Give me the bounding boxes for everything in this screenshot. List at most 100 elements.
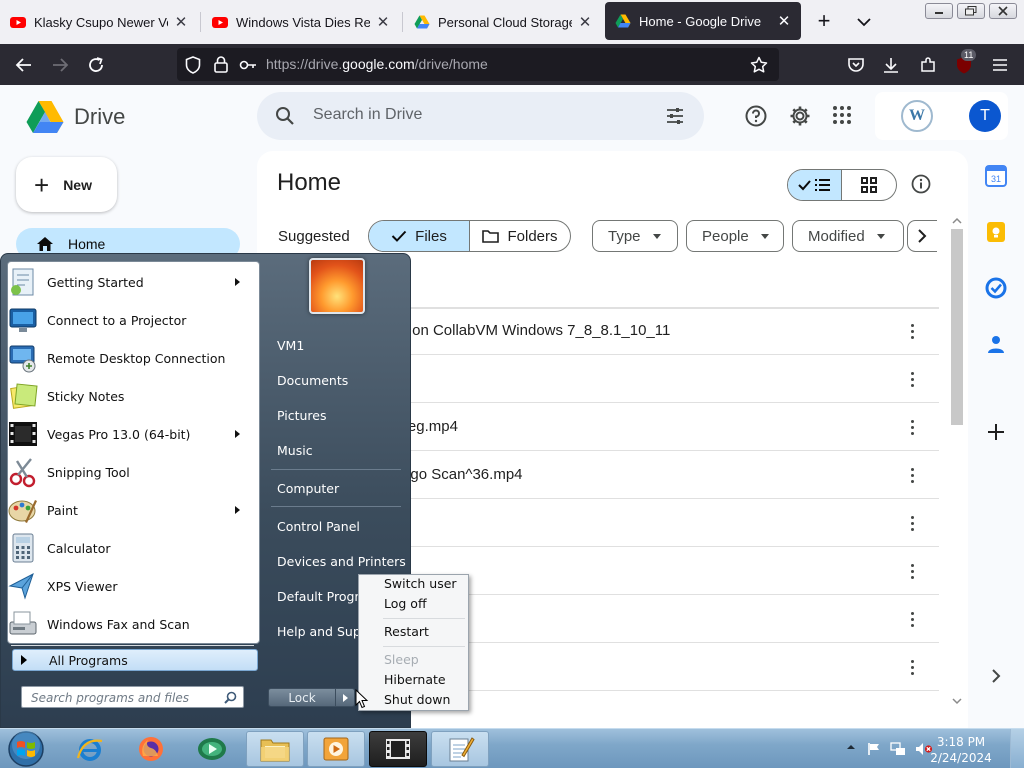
search-icon[interactable] [275, 106, 295, 126]
more-actions-icon[interactable] [905, 463, 919, 487]
folders-segment[interactable]: Folders [470, 221, 570, 251]
apps-grid-icon[interactable] [832, 105, 852, 125]
scroll-up-arrow-icon[interactable] [952, 217, 962, 225]
taskbar-media-player[interactable] [307, 731, 365, 767]
drive-search-bar[interactable]: Search in Drive [257, 92, 704, 140]
new-button[interactable]: + New [16, 157, 117, 212]
downloads-button[interactable] [878, 52, 904, 78]
start-right-link[interactable]: Devices and Printers [277, 554, 406, 569]
menu-item-restart[interactable]: Restart [384, 624, 429, 639]
browser-tab[interactable]: Klasky Csupo Newer Versio ✕ [0, 0, 198, 44]
files-segment[interactable]: Files [369, 221, 470, 251]
taskbar-notepad[interactable] [431, 731, 489, 767]
filter-chip-modified[interactable]: Modified [792, 220, 904, 252]
show-desktop-button[interactable] [1010, 729, 1024, 768]
show-hidden-icons-arrow[interactable] [846, 742, 856, 752]
app-menu-button[interactable] [987, 52, 1013, 78]
more-actions-icon[interactable] [905, 415, 919, 439]
more-actions-icon[interactable] [905, 655, 919, 679]
url-bar[interactable]: https://drive.google.com/drive/home [177, 48, 779, 81]
menu-item-hibernate[interactable]: Hibernate [384, 672, 446, 687]
menu-item-shut-down[interactable]: Shut down [384, 692, 450, 707]
network-icon[interactable] [890, 742, 906, 756]
chevron-right-icon[interactable] [985, 665, 1007, 687]
close-tab-icon[interactable]: ✕ [775, 12, 793, 30]
start-program-item[interactable]: Paint [5, 492, 250, 528]
close-tab-icon[interactable]: ✕ [172, 13, 190, 31]
more-actions-icon[interactable] [905, 367, 919, 391]
chevron-right-icon[interactable] [907, 220, 937, 252]
more-actions-icon[interactable] [905, 511, 919, 535]
browser-tab[interactable]: Personal Cloud Storage & F ✕ [404, 0, 602, 44]
action-center-flag-icon[interactable] [867, 742, 881, 756]
help-icon[interactable] [745, 105, 767, 127]
grid-view-button[interactable] [842, 170, 896, 200]
start-right-link[interactable]: Control Panel [277, 519, 360, 534]
star-bookmark-icon[interactable] [750, 56, 768, 74]
scroll-down-arrow-icon[interactable] [952, 697, 962, 705]
list-all-tabs-button[interactable] [852, 10, 876, 34]
google-calendar-icon[interactable]: 31 [985, 165, 1007, 187]
settings-gear-icon[interactable] [789, 105, 811, 127]
more-actions-icon[interactable] [905, 559, 919, 583]
lock-button[interactable]: Lock [268, 688, 336, 707]
start-program-item[interactable]: Vegas Pro 13.0 (64-bit) [5, 416, 250, 452]
power-options-arrow-button[interactable] [336, 688, 355, 707]
back-button[interactable] [11, 52, 37, 78]
start-program-item[interactable]: Windows Fax and Scan [5, 606, 250, 642]
start-program-item[interactable]: Snipping Tool [5, 454, 250, 490]
wordpress-org-logo[interactable]: W [901, 100, 933, 132]
taskbar-clock[interactable]: 3:18 PM 2/24/2024 [921, 734, 1001, 766]
extensions-button[interactable] [915, 52, 941, 78]
taskbar-internet-explorer[interactable] [61, 731, 119, 767]
more-actions-icon[interactable] [905, 319, 919, 343]
close-tab-icon[interactable]: ✕ [576, 13, 594, 31]
new-tab-button[interactable]: + [812, 10, 836, 34]
user-picture-flower[interactable] [309, 258, 365, 314]
filter-chip-type[interactable]: Type [592, 220, 678, 252]
google-contacts-icon[interactable] [985, 333, 1007, 355]
start-program-item[interactable]: Sticky Notes [5, 378, 250, 414]
browser-tab-active[interactable]: Home - Google Drive ✕ [605, 2, 801, 40]
minimize-window-button[interactable] [925, 3, 953, 19]
close-window-button[interactable] [989, 3, 1017, 19]
menu-item-switch-user[interactable]: Switch user [384, 576, 457, 591]
start-orb-button[interactable] [6, 730, 46, 768]
start-program-item[interactable]: Getting Started [5, 264, 250, 300]
forward-button[interactable] [47, 52, 73, 78]
restore-window-button[interactable] [957, 3, 985, 19]
reload-button[interactable] [83, 52, 109, 78]
close-tab-icon[interactable]: ✕ [374, 13, 392, 31]
list-view-button[interactable] [788, 170, 843, 200]
start-program-item[interactable]: Calculator [5, 530, 250, 566]
google-tasks-icon[interactable] [985, 277, 1007, 299]
drive-logo[interactable]: Drive [26, 100, 125, 134]
start-program-item[interactable]: Connect to a Projector [5, 302, 250, 338]
start-right-link[interactable]: Pictures [277, 408, 327, 423]
pocket-button[interactable] [843, 52, 869, 78]
start-right-link[interactable]: Computer [277, 481, 339, 496]
start-program-item[interactable]: XPS Viewer [5, 568, 250, 604]
browser-tab[interactable]: Windows Vista Dies Remast ✕ [202, 0, 400, 44]
ublock-extension-button[interactable]: 11 [951, 49, 977, 78]
main-scrollbar[interactable] [949, 217, 963, 708]
all-programs-button[interactable]: All Programs [12, 649, 258, 671]
start-right-link[interactable]: Documents [277, 373, 348, 388]
taskbar-media-center[interactable] [183, 731, 241, 767]
filter-chip-people[interactable]: People [686, 220, 784, 252]
taskbar-vegas-pro[interactable] [369, 731, 427, 767]
info-icon[interactable] [911, 174, 931, 194]
google-keep-icon[interactable] [985, 221, 1007, 243]
menu-item-log-off[interactable]: Log off [384, 596, 427, 611]
search-options-icon[interactable] [665, 106, 685, 126]
account-avatar[interactable]: T [969, 100, 1001, 132]
taskbar-firefox[interactable] [122, 731, 180, 767]
get-add-ons-plus-icon[interactable] [985, 421, 1007, 443]
start-right-link[interactable]: Music [277, 443, 313, 458]
start-program-item[interactable]: Remote Desktop Connection [5, 340, 250, 376]
start-right-link[interactable]: VM1 [277, 338, 304, 353]
start-search-input[interactable]: Search programs and files [21, 686, 244, 708]
taskbar-windows-explorer[interactable] [246, 731, 304, 767]
scrollbar-thumb[interactable] [951, 229, 963, 425]
more-actions-icon[interactable] [905, 607, 919, 631]
